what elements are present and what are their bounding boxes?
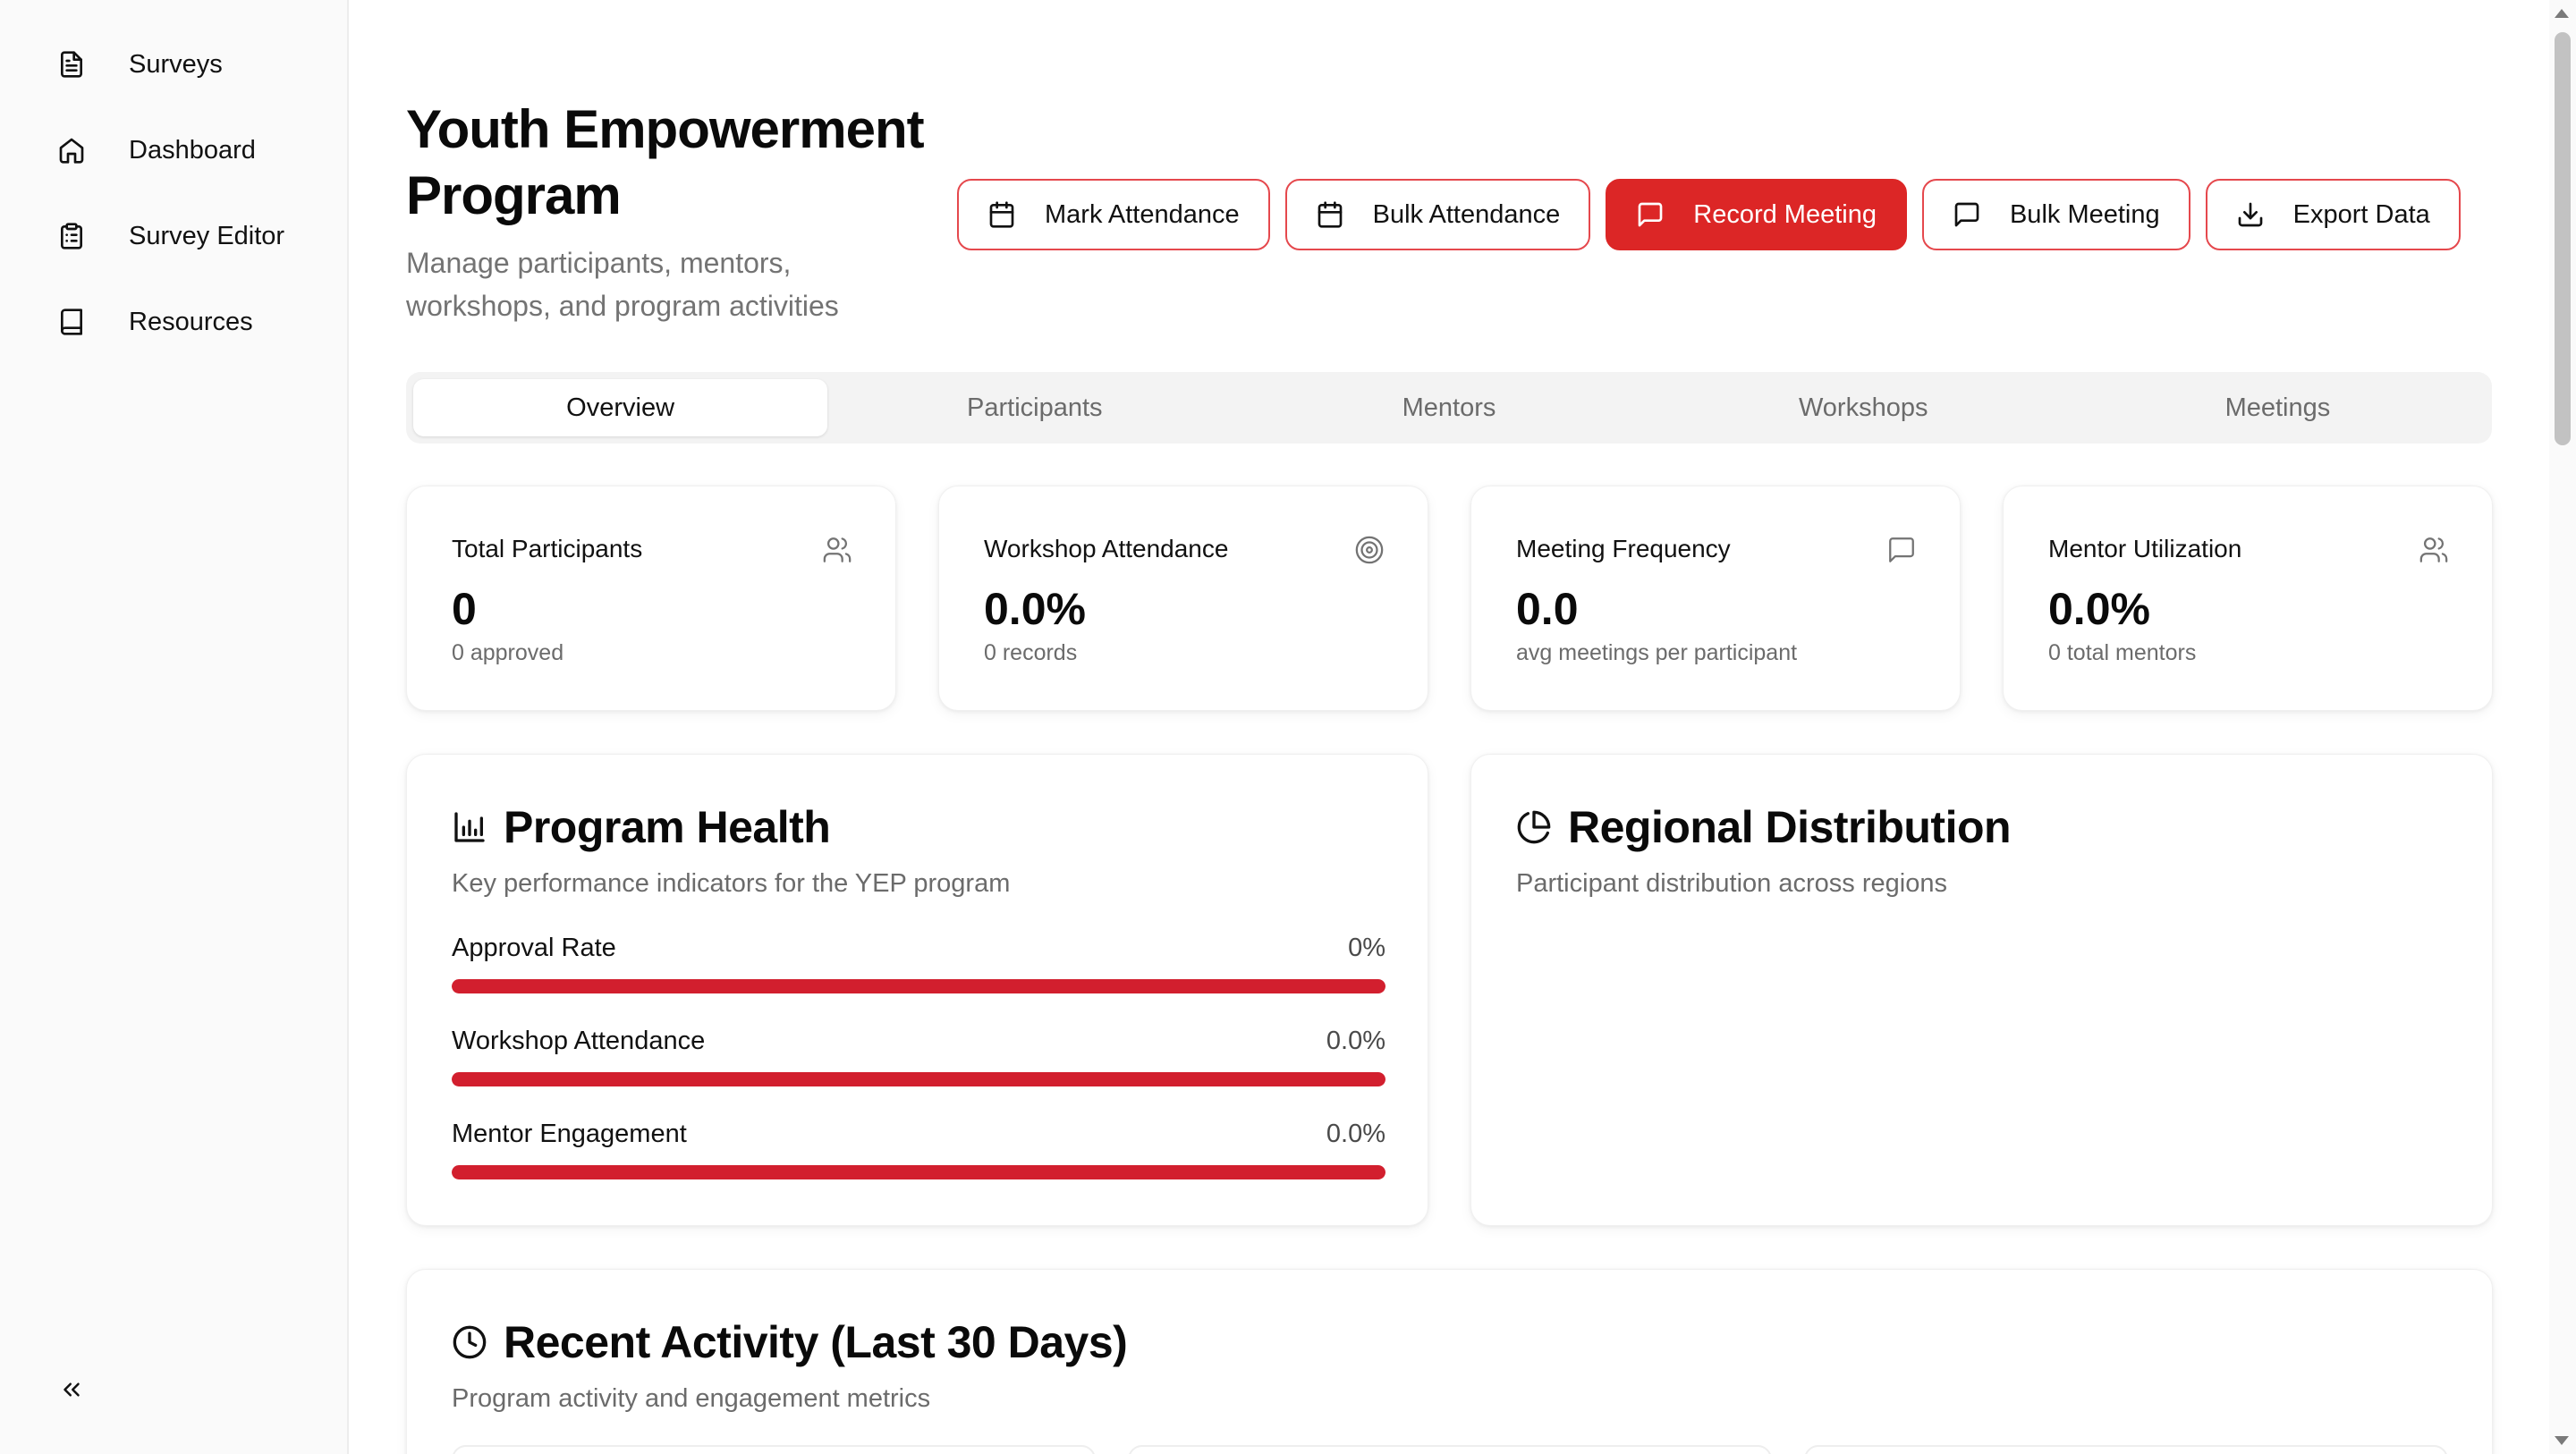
progress-bar xyxy=(452,979,1385,993)
page-title: Youth Empowerment Program xyxy=(406,99,925,225)
users-icon xyxy=(2419,535,2449,565)
progress-bar xyxy=(452,1165,1385,1179)
metric-workshop-attendance: Workshop Attendance 0.0% xyxy=(452,1027,1385,1086)
metric-mentor-engagement: Mentor Engagement 0.0% xyxy=(452,1120,1385,1179)
target-icon xyxy=(1354,535,1385,565)
sidebar-item-dashboard[interactable]: Dashboard xyxy=(36,118,322,182)
calendar-icon xyxy=(1318,201,1342,228)
sidebar-item-resources[interactable]: Resources xyxy=(36,290,322,354)
scroll-thumb[interactable] xyxy=(2555,32,2571,445)
stat-note: 0 total mentors xyxy=(2048,640,2197,665)
regional-distribution-title: Regional Distribution xyxy=(1568,802,2012,852)
scroll-up-arrow[interactable] xyxy=(2555,9,2569,18)
stat-note: 0 approved xyxy=(452,640,564,665)
program-health-title: Program Health xyxy=(504,802,831,852)
activity-metric-card xyxy=(1804,1445,2448,1454)
stat-card-meeting-frequency: Meeting Frequency 0.0 avg meetings per p… xyxy=(1470,486,1961,711)
progress-fill xyxy=(452,1072,1385,1086)
export-data-button[interactable]: Export Data xyxy=(2205,179,2461,250)
progress-bar xyxy=(452,1072,1385,1086)
message-square-icon xyxy=(1954,202,1979,227)
collapse-sidebar-button[interactable] xyxy=(50,1368,93,1411)
sidebar-item-label: Survey Editor xyxy=(129,221,285,250)
stat-note: avg meetings per participant xyxy=(1516,640,1798,665)
stat-value: 0.0% xyxy=(2048,584,2150,634)
stat-note: 0 records xyxy=(984,640,1078,665)
activity-metric-card xyxy=(452,1445,1096,1454)
metric-value: 0% xyxy=(1348,934,1385,962)
progress-fill xyxy=(452,979,1385,993)
main-content: Youth Empowerment Program Manage partici… xyxy=(349,0,2549,1454)
recent-activity-title: Recent Activity (Last 30 Days) xyxy=(504,1317,1128,1367)
book-icon xyxy=(36,290,107,354)
tab-participants[interactable]: Participants xyxy=(827,379,1241,436)
clipboard-icon xyxy=(36,204,107,268)
users-icon xyxy=(822,535,852,565)
bulk-attendance-button[interactable]: Bulk Attendance xyxy=(1284,179,1591,250)
bar-chart-icon xyxy=(454,812,485,842)
sidebar-item-label: Resources xyxy=(129,307,253,336)
button-label: Mark Attendance xyxy=(1045,199,1240,229)
metric-approval-rate: Approval Rate 0% xyxy=(452,934,1385,993)
file-text-icon xyxy=(36,32,107,97)
tab-mentors[interactable]: Mentors xyxy=(1241,379,1656,436)
sidebar-item-surveys[interactable]: Surveys xyxy=(36,32,322,97)
sidebar-item-label: Surveys xyxy=(129,49,223,79)
record-meeting-button[interactable]: Record Meeting xyxy=(1606,179,1907,250)
metric-label: Approval Rate xyxy=(452,934,616,962)
recent-activity-card: Recent Activity (Last 30 Days) Program a… xyxy=(406,1269,2493,1454)
page-subtitle: Manage participants, mentors, workshops,… xyxy=(406,247,839,322)
stat-card-workshop-attendance: Workshop Attendance 0.0% 0 records xyxy=(938,486,1428,711)
action-toolbar: Mark Attendance Bulk Attendance Record M… xyxy=(957,179,2461,250)
page-scrollbar[interactable] xyxy=(2549,0,2576,1454)
tab-overview[interactable]: Overview xyxy=(413,379,828,436)
stat-title: Workshop Attendance xyxy=(984,535,1229,562)
metric-value: 0.0% xyxy=(1326,1027,1385,1055)
regional-distribution-description: Participant distribution across regions xyxy=(1516,869,1947,898)
stat-value: 0.0 xyxy=(1516,584,1579,634)
stat-title: Total Participants xyxy=(452,535,643,562)
button-label: Export Data xyxy=(2292,199,2430,229)
stat-value: 0.0% xyxy=(984,584,1086,634)
metric-label: Mentor Engagement xyxy=(452,1120,687,1148)
sidebar-item-survey-editor[interactable]: Survey Editor xyxy=(36,204,322,268)
metric-label: Workshop Attendance xyxy=(452,1027,706,1055)
stat-card-total-participants: Total Participants 0 0 approved xyxy=(406,486,896,711)
button-label: Record Meeting xyxy=(1693,199,1877,229)
tab-bar: Overview Participants Mentors Workshops … xyxy=(406,372,2492,444)
progress-fill xyxy=(452,1165,1385,1179)
bulk-meeting-button[interactable]: Bulk Meeting xyxy=(1921,179,2190,250)
tab-workshops[interactable]: Workshops xyxy=(1657,379,2071,436)
recent-activity-description: Program activity and engagement metrics xyxy=(452,1384,931,1413)
tab-meetings[interactable]: Meetings xyxy=(2071,379,2485,436)
pie-chart-icon xyxy=(1517,810,1551,844)
message-square-icon xyxy=(1638,202,1663,227)
calendar-icon xyxy=(989,201,1014,228)
stat-value: 0 xyxy=(452,584,477,634)
stat-title: Meeting Frequency xyxy=(1516,535,1731,562)
scroll-down-arrow[interactable] xyxy=(2555,1436,2569,1445)
sidebar: Surveys Dashboard Survey Editor Resource… xyxy=(0,0,349,1454)
button-label: Bulk Meeting xyxy=(2009,199,2160,229)
message-square-icon xyxy=(1886,535,1917,565)
mark-attendance-button[interactable]: Mark Attendance xyxy=(957,179,1270,250)
program-health-description: Key performance indicators for the YEP p… xyxy=(452,869,1011,898)
chevrons-left-icon xyxy=(64,1382,80,1397)
sidebar-item-label: Dashboard xyxy=(129,135,256,165)
download-icon xyxy=(2238,202,2262,227)
activity-metric-card xyxy=(1128,1445,1772,1454)
home-icon xyxy=(36,118,107,182)
metric-value: 0.0% xyxy=(1326,1120,1385,1148)
program-health-card: Program Health Key performance indicator… xyxy=(406,754,1428,1226)
stat-title: Mentor Utilization xyxy=(2048,535,2242,562)
regional-distribution-card: Regional Distribution Participant distri… xyxy=(1470,754,2493,1226)
button-label: Bulk Attendance xyxy=(1372,199,1561,229)
clock-icon xyxy=(453,1325,487,1359)
stat-card-mentor-utilization: Mentor Utilization 0.0% 0 total mentors xyxy=(2003,486,2493,711)
